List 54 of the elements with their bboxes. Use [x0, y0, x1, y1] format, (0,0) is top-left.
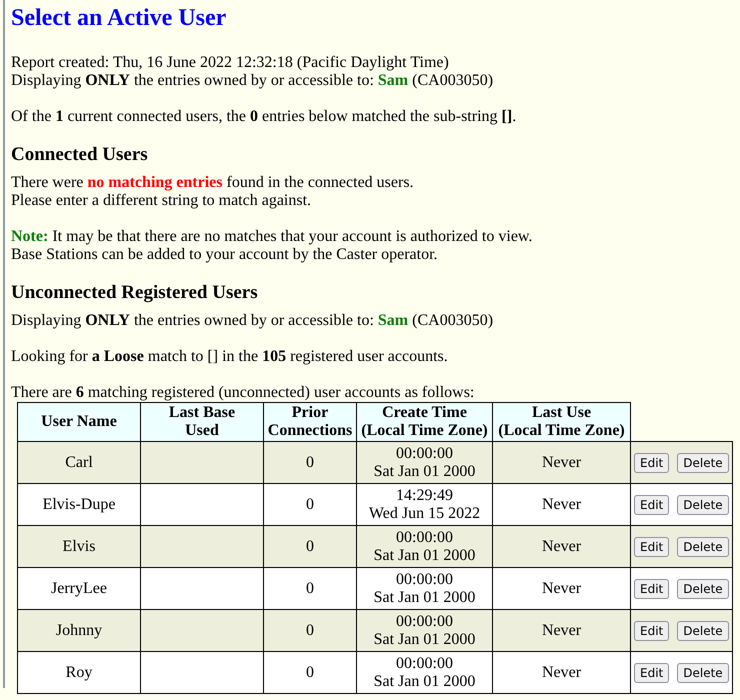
edit-button[interactable]: Edit	[634, 620, 670, 640]
report-line: Displaying ONLY the entries owned by or accessible to: Sam (CA003050)	[11, 72, 494, 90]
table-cell: Never	[492, 652, 630, 694]
table-cell: 14:29:49 Wed Jun 15 2022	[356, 484, 492, 526]
table-cell: Carl	[18, 442, 140, 484]
edit-button[interactable]: Edit	[634, 578, 670, 598]
table-cell: Never	[492, 442, 630, 484]
table-cell: Johnny	[18, 610, 140, 652]
table-cell: Elvis-Dupe	[18, 484, 140, 526]
column-header: Create Time (Local Time Zone)	[356, 402, 492, 442]
table-cell: Elvis	[18, 526, 140, 568]
table-cell: 00:00:00 Sat Jan 01 2000	[356, 442, 492, 484]
table-cell: 0	[264, 610, 356, 652]
note-text: Base Stations can be added to your account by the Caster operator.	[11, 246, 438, 264]
table-cell: JerryLee	[18, 568, 140, 610]
column-header: Prior Connections	[264, 402, 356, 442]
table-cell: 0	[264, 652, 356, 694]
message-text: Please enter a different string to match against.	[11, 192, 312, 210]
table-cell: 0	[264, 526, 356, 568]
owner-text: Displaying ONLY the entries owned by or accessible to: Sam (CA003050)	[11, 312, 494, 330]
table-cell: Never	[492, 610, 630, 652]
summary-text: Of the 1 current connected users, the 0 entries below matched the sub-string [].	[11, 108, 516, 126]
table-cell: Roy	[18, 652, 140, 694]
edit-button[interactable]: Edit	[634, 662, 670, 682]
column-header: User Name	[18, 402, 140, 442]
search-info-text: Looking for a Loose match to [] in the 105 registered user accounts.	[11, 348, 448, 366]
delete-button[interactable]: Delete	[677, 452, 729, 472]
delete-button[interactable]: Delete	[677, 620, 729, 640]
count-text: There are 6 matching registered (unconnected) user accounts as follows:	[11, 384, 474, 402]
table-cell: 0	[264, 442, 356, 484]
column-header: Last Base Used	[140, 402, 264, 442]
section-heading: Unconnected Registered Users	[11, 282, 259, 304]
table-cell: 00:00:00 Sat Jan 01 2000	[356, 652, 492, 694]
table-cell: 00:00:00 Sat Jan 01 2000	[356, 568, 492, 610]
table-cell: 0	[264, 568, 356, 610]
edit-button[interactable]: Edit	[634, 536, 670, 556]
delete-button[interactable]: Delete	[677, 662, 729, 682]
message-text: There were no matching entries found in the connected users.	[11, 174, 414, 192]
delete-button[interactable]: Delete	[677, 536, 729, 556]
table-cell: Never	[492, 526, 630, 568]
page-title: Select an Active User	[11, 4, 228, 32]
table-cell: Never	[492, 484, 630, 526]
report-line: Report created: Thu, 16 June 2022 12:32:18 (Pacific Daylight Time)	[11, 54, 449, 72]
delete-button[interactable]: Delete	[677, 578, 729, 598]
edit-button[interactable]: Edit	[634, 494, 670, 514]
table-cell: 0	[264, 484, 356, 526]
edit-button[interactable]: Edit	[634, 452, 670, 472]
column-header: Last Use (Local Time Zone)	[492, 402, 630, 442]
table-cell: Never	[492, 568, 630, 610]
delete-button[interactable]: Delete	[677, 494, 729, 514]
section-heading: Connected Users	[11, 144, 149, 166]
table-cell: 00:00:00 Sat Jan 01 2000	[356, 610, 492, 652]
table-cell: 00:00:00 Sat Jan 01 2000	[356, 526, 492, 568]
note-text: Note: It may be that there are no matches that your account is authorized to view.	[11, 228, 532, 246]
